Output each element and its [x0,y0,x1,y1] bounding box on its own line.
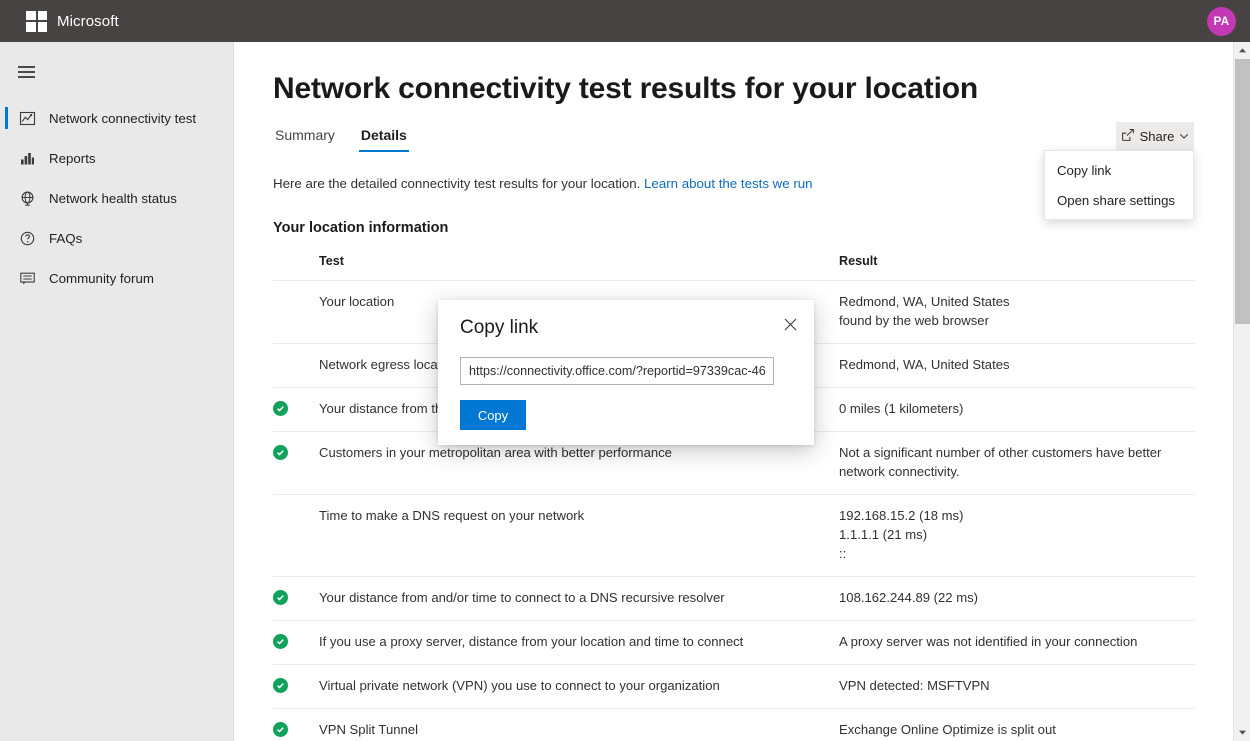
forum-icon [12,270,42,287]
result-line: 192.168.15.2 (18 ms) [839,507,1195,526]
row-result-cell: 0 miles (1 kilometers) [839,387,1195,431]
row-result-cell: Redmond, WA, United States [839,343,1195,387]
column-header-status [273,254,319,281]
share-dropdown-menu: Copy link Open share settings [1044,150,1194,220]
tab-bar: Summary Details [273,124,1238,152]
main-content: Network connectivity test results for yo… [234,42,1238,741]
check-circle-icon [273,722,288,737]
row-status-cell [273,664,319,708]
share-button-label: Share [1140,129,1175,144]
result-line: found by the web browser [839,312,1195,331]
copy-link-input[interactable] [460,357,774,385]
avatar[interactable]: PA [1207,7,1236,36]
learn-about-tests-link[interactable]: Learn about the tests we run [644,176,813,191]
row-result-cell: A proxy server was not identified in you… [839,620,1195,664]
page-title: Network connectivity test results for yo… [273,72,1238,106]
check-circle-icon [273,401,288,416]
row-test-cell: If you use a proxy server, distance from… [319,620,839,664]
intro-text: Here are the detailed connectivity test … [273,176,640,191]
sidebar-item-label: Reports [49,151,96,166]
table-row: Time to make a DNS request on your netwo… [273,494,1195,576]
section-heading-location-information: Your location information [273,220,1238,236]
network-test-icon [12,110,42,127]
check-circle-icon [273,678,288,693]
row-status-cell [273,708,319,741]
row-test-cell: Virtual private network (VPN) you use to… [319,664,839,708]
row-result-cell: 192.168.15.2 (18 ms) 1.1.1.1 (21 ms) :: [839,494,1195,576]
row-status-cell [273,431,319,494]
row-result-cell: Not a significant number of other custom… [839,431,1195,494]
check-circle-icon [273,634,288,649]
result-line: Redmond, WA, United States [839,293,1195,312]
row-result-cell: Redmond, WA, United States found by the … [839,281,1195,344]
row-status-cell [273,281,319,344]
close-icon[interactable] [776,310,804,338]
result-line: Exchange Online Optimize is split out [839,721,1195,740]
share-menu-item-copy-link[interactable]: Copy link [1045,155,1193,185]
scroll-down-icon[interactable] [1234,724,1250,741]
row-result-cell: Exchange Online Optimize is split out Sh… [839,708,1195,741]
table-header-row: Test Result [273,254,1195,281]
microsoft-logo-icon [26,11,47,32]
row-test-cell: Time to make a DNS request on your netwo… [319,494,839,576]
copy-button[interactable]: Copy [460,400,526,430]
tab-summary[interactable]: Summary [273,124,337,152]
row-result-cell: 108.162.244.89 (22 ms) [839,576,1195,620]
hamburger-icon[interactable] [6,52,46,92]
row-test-cell: Your distance from and/or time to connec… [319,576,839,620]
column-header-result: Result [839,254,1195,281]
sidebar-item-network-health-status[interactable]: Network health status [0,178,233,218]
page-scrollbar[interactable] [1233,42,1250,741]
globe-icon [12,190,42,207]
sidebar-item-label: Network health status [49,191,177,206]
check-circle-icon [273,590,288,605]
dialog-title: Copy link [460,317,538,339]
row-status-cell [273,343,319,387]
row-status-cell [273,620,319,664]
row-status-cell [273,387,319,431]
microsoft-brand[interactable]: Microsoft [26,11,119,32]
question-circle-icon [12,230,42,247]
share-menu-item-open-share-settings[interactable]: Open share settings [1045,185,1193,215]
sidebar-item-faqs[interactable]: FAQs [0,218,233,258]
row-test-cell: VPN Split Tunnel [319,708,839,741]
result-line: :: [839,545,1195,564]
table-row: VPN Split Tunnel Exchange Online Optimiz… [273,708,1195,741]
result-line: 108.162.244.89 (22 ms) [839,589,1195,608]
sidebar: Network connectivity test Reports [0,42,234,741]
result-line: 0 miles (1 kilometers) [839,400,1195,419]
row-status-cell [273,494,319,576]
check-circle-icon [273,445,288,460]
share-button[interactable]: Share [1116,122,1194,150]
sidebar-nav-list: Network connectivity test Reports [0,98,233,298]
table-row: If you use a proxy server, distance from… [273,620,1195,664]
row-status-cell [273,576,319,620]
sidebar-item-network-connectivity-test[interactable]: Network connectivity test [0,98,233,138]
top-bar: Microsoft PA [0,0,1250,42]
result-line: Not a significant number of other custom… [839,444,1195,482]
row-result-cell: VPN detected: MSFTVPN [839,664,1195,708]
brand-label: Microsoft [57,13,119,30]
scroll-up-icon[interactable] [1234,42,1250,59]
copy-link-dialog: Copy link Copy [438,300,814,445]
sidebar-item-community-forum[interactable]: Community forum [0,258,233,298]
sidebar-item-label: Network connectivity test [49,111,196,126]
result-line: A proxy server was not identified in you… [839,633,1195,652]
sidebar-item-label: FAQs [49,231,82,246]
scrollbar-thumb[interactable] [1235,59,1250,324]
chevron-down-icon [1179,129,1189,144]
bar-chart-icon [12,150,42,167]
sidebar-item-reports[interactable]: Reports [0,138,233,178]
share-icon [1121,128,1135,145]
result-line: VPN detected: MSFTVPN [839,677,1195,696]
table-row: Your distance from and/or time to connec… [273,576,1195,620]
column-header-test: Test [319,254,839,281]
tab-details[interactable]: Details [359,124,409,152]
result-line: 1.1.1.1 (21 ms) [839,526,1195,545]
result-line: Redmond, WA, United States [839,356,1195,375]
sidebar-item-label: Community forum [49,271,154,286]
table-row: Virtual private network (VPN) you use to… [273,664,1195,708]
